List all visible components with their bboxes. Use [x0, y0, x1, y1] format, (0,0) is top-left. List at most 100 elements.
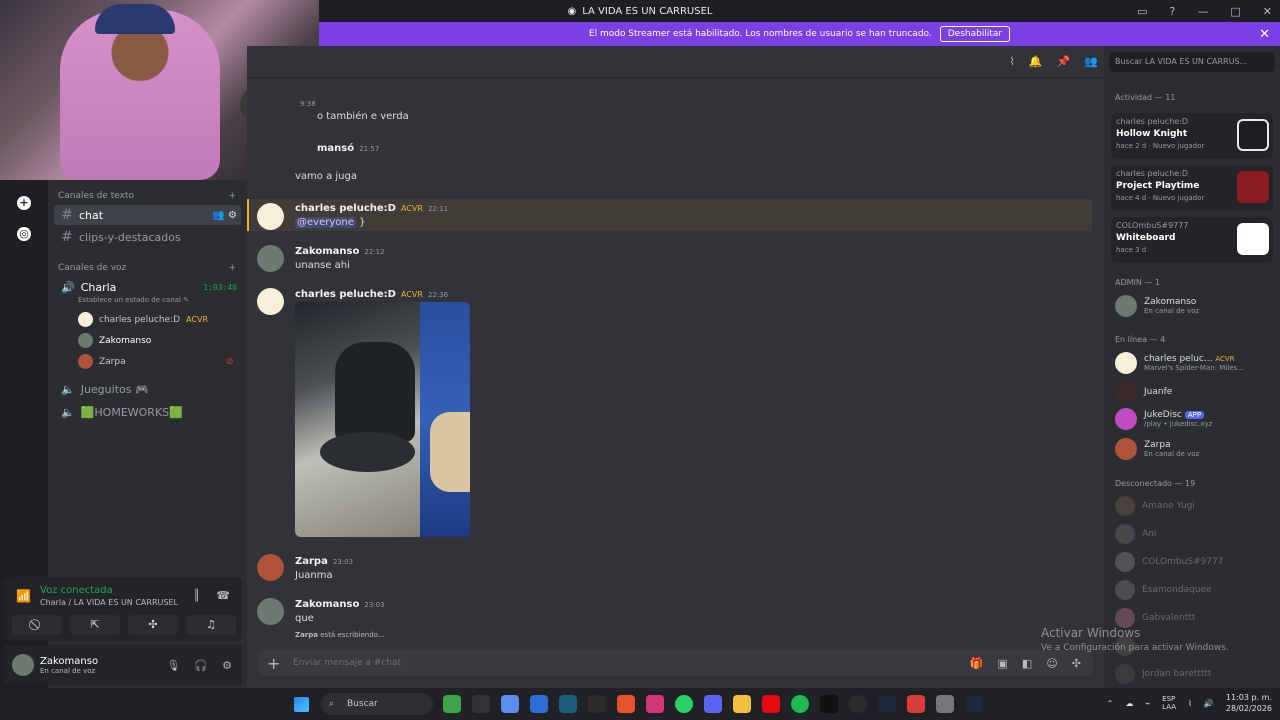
channel-clips[interactable]: # clips-y-destacados: [54, 227, 241, 247]
voice-user[interactable]: Zarpa ⊘: [78, 354, 234, 369]
avatar[interactable]: [12, 654, 34, 676]
volume-icon[interactable]: 🔊: [1204, 699, 1214, 708]
app-icon[interactable]: [907, 695, 925, 713]
netflix-icon[interactable]: [762, 695, 780, 713]
voice-location[interactable]: Charla / LA VIDA ES UN CARRUSEL: [40, 598, 178, 607]
streamer-person: [60, 10, 220, 180]
voice-channel-charla[interactable]: 🔊 Charla 1:03:40: [54, 277, 241, 297]
add-server-icon[interactable]: +: [17, 196, 31, 210]
add-channel-icon[interactable]: +: [228, 263, 236, 273]
camera-button[interactable]: ⃠: [12, 615, 62, 635]
activity-card[interactable]: charles peluche:D Hollow Knight hace 2 d…: [1111, 113, 1273, 159]
noise-suppression-icon[interactable]: ║: [193, 589, 200, 602]
gift-icon[interactable]: 🎁: [970, 657, 984, 670]
member-item[interactable]: Zakomanso En canal de voz: [1115, 295, 1199, 317]
user-panel: Zakomanso En canal de voz 🎙 🎧 ⚙: [4, 645, 242, 685]
member-item[interactable]: Ani: [1115, 524, 1156, 544]
channel-chat[interactable]: # chat 👥 ⚙: [54, 205, 241, 225]
app-icon[interactable]: [559, 695, 577, 713]
member-item[interactable]: Zarpa En canal de voz: [1115, 438, 1199, 460]
channel-status-hint[interactable]: Establece un estado de canal ✎: [78, 296, 189, 304]
tray-icon[interactable]: ☁: [1125, 699, 1133, 708]
avatar[interactable]: [257, 288, 284, 315]
inbox-icon[interactable]: ▭: [1137, 5, 1147, 18]
member-item[interactable]: Gabvalenttt: [1115, 608, 1195, 628]
start-button[interactable]: [294, 696, 309, 712]
avatar[interactable]: [257, 203, 284, 230]
close-icon[interactable]: ✕: [1259, 27, 1270, 42]
maximize-button[interactable]: □: [1230, 5, 1240, 18]
activities-button[interactable]: ✣: [128, 615, 178, 635]
message-input[interactable]: Enviar mensaje a #chat: [293, 658, 401, 668]
emoji-icon[interactable]: ☺: [1046, 657, 1057, 670]
explore-icon[interactable]: ◎: [17, 227, 31, 241]
member-item[interactable]: JukeDisc APP/play • jukedisc.xyz: [1115, 408, 1212, 430]
everyone-mention[interactable]: @everyone: [295, 217, 356, 228]
voice-channel-homeworks[interactable]: 🔈 🟩HOMEWORKS🟩: [54, 402, 241, 422]
avatar[interactable]: [257, 245, 284, 272]
member-item[interactable]: Juanfe: [1115, 381, 1172, 403]
member-item[interactable]: Esamondaquee: [1115, 580, 1212, 600]
close-button[interactable]: ✕: [1263, 5, 1272, 18]
headphones-icon[interactable]: 🎧: [194, 659, 208, 672]
pin-icon[interactable]: 📌: [1057, 55, 1071, 68]
apps-icon[interactable]: ✣: [1072, 657, 1081, 670]
language-indicator[interactable]: ESP LAA: [1162, 695, 1176, 711]
tray-icon[interactable]: ⌁: [1145, 699, 1150, 708]
discord-icon[interactable]: [704, 695, 722, 713]
steam-icon[interactable]: [878, 695, 896, 713]
activity-card[interactable]: charles peluche:D Project Playtime hace …: [1111, 165, 1273, 211]
clock[interactable]: 11:03 p. m. 28/02/2026: [1226, 692, 1272, 714]
voice-channels-category[interactable]: Canales de voz +: [58, 263, 236, 273]
voice-user[interactable]: Zakomanso: [78, 333, 151, 348]
voice-user[interactable]: charles peluche:D ACVR: [78, 312, 208, 327]
chevron-up-icon[interactable]: ⌃: [1107, 699, 1114, 708]
message: Zarpa 23:03 Juanma: [295, 556, 354, 581]
steam-icon[interactable]: [965, 695, 983, 713]
sticker-icon[interactable]: ◧: [1022, 657, 1032, 670]
invite-settings-icon[interactable]: 👥 ⚙: [212, 210, 237, 221]
member-item[interactable]: Amane Yugi: [1115, 496, 1195, 516]
member-item[interactable]: COLOmbuS#9777: [1115, 552, 1224, 572]
signal-icon[interactable]: 📶: [16, 589, 31, 603]
text-channels-category[interactable]: Canales de texto +: [58, 191, 236, 201]
app-icon[interactable]: [646, 695, 664, 713]
bell-icon[interactable]: 🔔: [1029, 55, 1043, 68]
settings-icon[interactable]: ⚙: [222, 659, 232, 672]
folder-icon[interactable]: [733, 695, 751, 713]
soundboard-button[interactable]: ♫: [186, 615, 236, 635]
gif-icon[interactable]: ▣: [998, 657, 1008, 670]
app-icon[interactable]: [849, 695, 867, 713]
app-icon[interactable]: [472, 695, 490, 713]
members-icon[interactable]: 👥: [1084, 55, 1098, 68]
spotify-icon[interactable]: [791, 695, 809, 713]
microphone-icon[interactable]: 🎙: [166, 659, 180, 672]
avatar[interactable]: [257, 598, 284, 625]
taskbar-search[interactable]: ⌕ Buscar: [321, 693, 433, 715]
disable-streamer-button[interactable]: Deshabilitar: [939, 26, 1011, 42]
activity-card[interactable]: COLOmbuS#9777 Whiteboard hace 3 d: [1111, 217, 1273, 263]
wifi-icon[interactable]: ⌇: [1188, 699, 1192, 708]
member-item[interactable]: charles peluc... ACVR Marvel's Spider-Man…: [1115, 352, 1244, 374]
app-icon[interactable]: [617, 695, 635, 713]
threads-icon[interactable]: ⌇: [1010, 55, 1015, 68]
minimize-button[interactable]: —: [1197, 5, 1208, 18]
add-attachment-icon[interactable]: +: [267, 654, 293, 673]
add-channel-icon[interactable]: +: [228, 191, 236, 201]
settings-icon[interactable]: [936, 695, 954, 713]
search-input[interactable]: Buscar LA VIDA ES UN CARRUS...: [1109, 52, 1275, 72]
app-icon[interactable]: [501, 695, 519, 713]
avatar[interactable]: [257, 554, 284, 581]
message: charles peluche:D ACVR 22:36: [295, 289, 449, 300]
attached-photo[interactable]: [295, 302, 470, 537]
app-icon[interactable]: [588, 695, 606, 713]
member-item[interactable]: Jordan barettttt: [1115, 664, 1211, 684]
app-icon[interactable]: [443, 695, 461, 713]
voice-channel-jueguitos[interactable]: 🔈 Jueguitos 🎮: [54, 379, 241, 399]
tiktok-icon[interactable]: [820, 695, 838, 713]
disconnect-icon[interactable]: ☎: [216, 589, 230, 602]
app-icon[interactable]: [530, 695, 548, 713]
whatsapp-icon[interactable]: [675, 695, 693, 713]
help-icon[interactable]: ?: [1170, 5, 1176, 18]
screen-share-button[interactable]: ⇱: [70, 615, 120, 635]
